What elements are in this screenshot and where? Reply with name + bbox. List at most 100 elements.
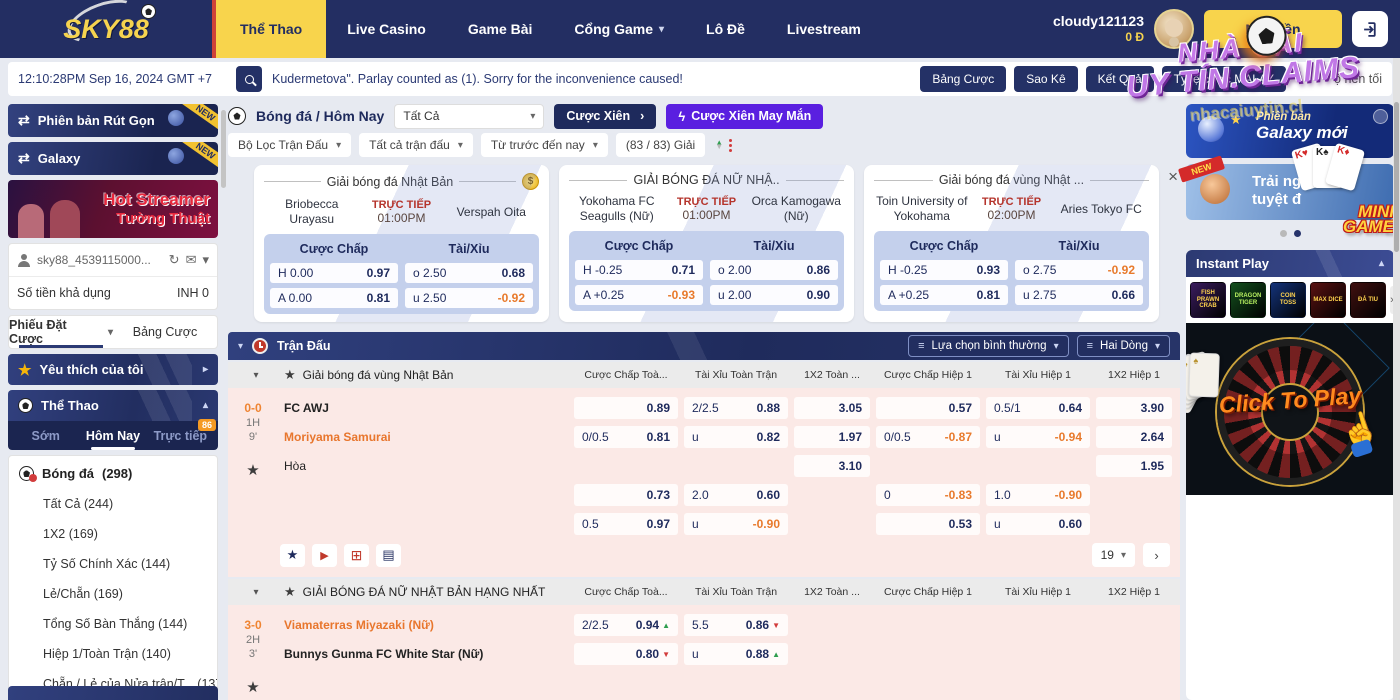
username[interactable]: cloudy121123 — [1053, 13, 1144, 31]
game-tile-3[interactable]: MAX DICE — [1310, 282, 1346, 318]
chevron-down-icon[interactable]: ▾ — [234, 370, 278, 381]
favorites-bar[interactable]: ★ Yêu thích của tôi ▸ — [8, 354, 218, 385]
odds-cell[interactable]: 3.10 — [794, 455, 870, 477]
logout-button[interactable] — [1352, 11, 1388, 47]
mini-game-widget[interactable]: K♥K♠K♦ MINI GAME — [1296, 140, 1396, 232]
odds-cell[interactable]: H 0.000.97 — [270, 263, 398, 283]
odds-cell[interactable]: u0.60 — [986, 513, 1090, 535]
search-button[interactable] — [236, 66, 262, 92]
odds-cell[interactable]: 3.05 — [794, 397, 870, 419]
odds-cell[interactable]: 1.0-0.90 — [986, 484, 1090, 506]
chevron-down-icon[interactable]: ▾ — [202, 252, 209, 268]
nav-item-0[interactable]: Thể Thao — [212, 0, 326, 58]
ticker-button-0[interactable]: Bảng Cược — [920, 66, 1006, 92]
league-header-1[interactable]: ▾★GIẢI BÓNG ĐÁ NỮ NHẬT BẢN HẠNG NHẤTCược… — [228, 579, 1180, 605]
odds-cell[interactable]: 0/0.50.81 — [574, 426, 678, 448]
play-button[interactable]: ▶ — [312, 544, 337, 567]
odds-cell[interactable]: u 2.750.66 — [1015, 285, 1143, 305]
odds-cell[interactable]: u-0.94 — [986, 426, 1090, 448]
odds-cell[interactable]: u 2.50-0.92 — [405, 288, 533, 308]
odds-cell[interactable]: A +0.25-0.93 — [575, 285, 703, 305]
page-scrollbar[interactable] — [1393, 58, 1400, 700]
game-tile-4[interactable]: ĐẢ TIU — [1350, 282, 1386, 318]
odds-cell[interactable]: 0.5/10.64 — [986, 397, 1090, 419]
odds-cell[interactable]: 0.50.97 — [574, 513, 678, 535]
market-item-5[interactable]: Hiệp 1/Toàn Trận (140) — [9, 639, 217, 669]
filter-chip-2[interactable]: Từ trước đến nay▾ — [481, 133, 608, 157]
hot-streamer-banner[interactable]: Hot Streamer Tường Thuật — [8, 180, 218, 238]
game-tile-2[interactable]: COIN TOSS — [1270, 282, 1306, 318]
odds-cell[interactable]: o 2.500.68 — [405, 263, 533, 283]
filter-chip-3[interactable]: (83 / 83) Giải — [616, 133, 705, 157]
odds-cell[interactable]: o 2.000.86 — [710, 260, 838, 280]
star-icon[interactable]: ★ — [246, 678, 259, 696]
avatar[interactable] — [1154, 9, 1194, 49]
odds-cell[interactable]: u-0.90 — [684, 513, 788, 535]
odds-cell[interactable]: 0-0.83 — [876, 484, 980, 506]
next-page-button[interactable]: › — [1143, 543, 1170, 567]
page-select[interactable]: 19▾ — [1092, 543, 1135, 567]
sky88-logo[interactable]: SKY88 — [0, 0, 212, 58]
nav-item-5[interactable]: Livestream — [766, 0, 882, 58]
view-mode-select[interactable]: ≡ Lựa chọn bình thường ▾ — [908, 335, 1068, 357]
game-tile-1[interactable]: DRAGON TIGER — [1230, 282, 1266, 318]
odds-cell[interactable]: H -0.250.71 — [575, 260, 703, 280]
odds-cell[interactable]: u0.82 — [684, 426, 788, 448]
carousel-dot[interactable] — [1280, 230, 1287, 237]
odds-cell[interactable]: 2/2.50.88 — [684, 397, 788, 419]
mail-icon[interactable]: ✉ — [186, 252, 197, 268]
game-tile-0[interactable]: FISH PRAWN CRAB — [1190, 282, 1226, 318]
version-button-0[interactable]: ⇄Phiên bản Rút GọnNEW — [8, 104, 218, 137]
sidebar-next-section-bar[interactable] — [8, 686, 218, 700]
ticker-button-1[interactable]: Sao Kê — [1014, 66, 1077, 92]
version-button-1[interactable]: ⇄GalaxyNEW — [8, 142, 218, 175]
time-tab-2[interactable]: Trực tiếp86 — [149, 426, 212, 446]
nav-item-3[interactable]: Cổng Game▾ — [553, 0, 685, 58]
nav-item-2[interactable]: Game Bài — [447, 0, 554, 58]
odds-cell[interactable]: 0.57 — [876, 397, 980, 419]
star-icon[interactable]: ★ — [284, 584, 296, 600]
star-icon[interactable]: ★ — [284, 367, 296, 383]
odds-cell[interactable]: 2.00.60 — [684, 484, 788, 506]
ticker-button-3[interactable]: Tỷ lệ cược MALAY — [1162, 66, 1286, 92]
odds-cell[interactable]: 0.73 — [574, 484, 678, 506]
chevron-down-icon[interactable]: ▾ — [234, 587, 278, 598]
lucky-parlay-button[interactable]: ϟ Cược Xiên May Mắn — [666, 104, 823, 129]
more-options-icon[interactable] — [729, 139, 732, 152]
star-icon[interactable]: ★ — [246, 461, 259, 479]
odds-cell[interactable]: A +0.250.81 — [880, 285, 1008, 305]
market-item-4[interactable]: Tổng Số Bàn Thắng (144) — [9, 609, 217, 639]
page-scrollbar-thumb[interactable] — [1394, 102, 1399, 252]
odds-cell[interactable]: 5.50.86▼ — [684, 614, 788, 636]
odds-cell[interactable]: 0.53 — [876, 513, 980, 535]
dark-mode-label[interactable]: ộ nền tối — [1334, 72, 1382, 86]
ticker-button-2[interactable]: Kết Quả — [1086, 66, 1154, 92]
chevron-down-icon[interactable]: ▾ — [238, 341, 243, 352]
odds-cell[interactable]: 2/2.50.94▲ — [574, 614, 678, 636]
market-item-1[interactable]: 1X2 (169) — [9, 519, 217, 549]
parlay-button[interactable]: Cược Xiên › — [554, 104, 656, 129]
nav-item-1[interactable]: Live Casino — [326, 0, 447, 58]
bet-tab-1[interactable]: Bảng Cược — [113, 316, 217, 348]
deposit-button[interactable]: Nạp tiền — [1204, 10, 1342, 48]
bet-tab-0[interactable]: Phiếu Đặt Cược▾ — [9, 316, 113, 348]
odds-cell[interactable]: 0/0.5-0.87 — [876, 426, 980, 448]
market-item-0[interactable]: Tất Cả (244) — [9, 489, 217, 519]
odds-cell[interactable]: 1.97 — [794, 426, 870, 448]
odds-cell[interactable]: u0.88▲ — [684, 643, 788, 665]
filter-chip-1[interactable]: Tất cả trận đấu▾ — [359, 133, 473, 157]
close-icon[interactable]: × — [1168, 167, 1178, 187]
sidebar-scrollbar-thumb[interactable] — [221, 110, 226, 188]
odds-cell[interactable]: H -0.250.93 — [880, 260, 1008, 280]
time-tab-0[interactable]: Sớm — [14, 426, 77, 446]
list-button[interactable]: ▤ — [376, 544, 401, 567]
market-item-3[interactable]: Lẻ/Chẵn (169) — [9, 579, 217, 609]
odds-cell[interactable]: A 0.000.81 — [270, 288, 398, 308]
nav-item-4[interactable]: Lô Đề — [685, 0, 766, 58]
sidebar-item-football[interactable]: Bóng đá (298) — [9, 458, 217, 489]
roulette-promo[interactable]: ♠♥♦♣♠ Click To Play ☝ — [1186, 323, 1394, 495]
league-header-0[interactable]: ▾★Giải bóng đá vùng Nhật BảnCược Chấp To… — [228, 362, 1180, 388]
rows-mode-select[interactable]: ≡ Hai Dòng ▾ — [1077, 335, 1170, 357]
sports-bar[interactable]: Thể Thao ▴ — [8, 390, 218, 421]
league-select[interactable]: Tất Cả ▾ — [394, 104, 544, 129]
